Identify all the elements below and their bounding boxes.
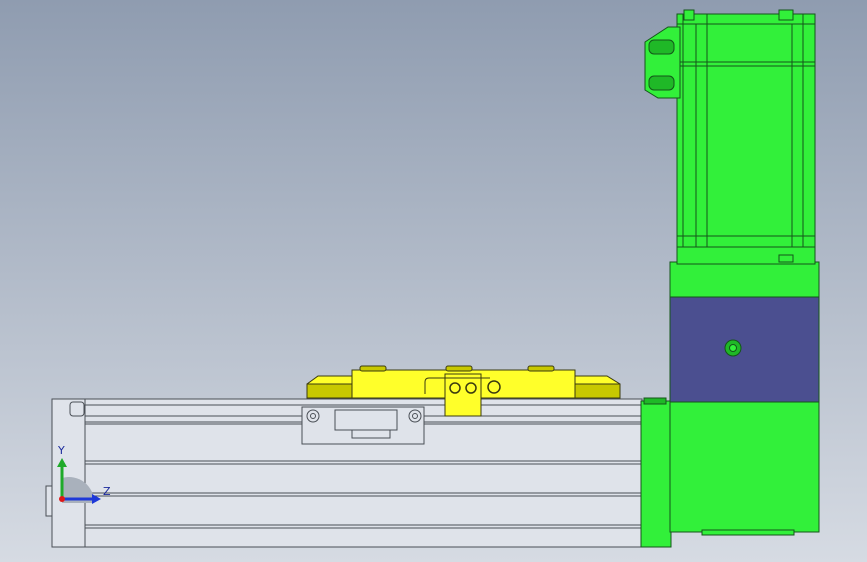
triad-origin [59,496,65,502]
screw-icon [449,382,461,394]
connector-port [648,39,675,55]
motor-assembly[interactable] [644,9,820,536]
screw-icon-inner [310,413,316,419]
coupler-lip [643,397,667,405]
motor-corner [683,9,695,21]
bracket-slot [351,429,391,439]
rail-end-cap [51,398,86,548]
cad-viewport[interactable]: Y Z [0,0,867,562]
z-axis-label: Z [103,485,111,498]
end-cap-notch [69,401,85,417]
housing-band [669,296,820,403]
carriage-bolt-head [445,365,473,372]
housing-lower [669,401,820,533]
set-screw-icon-inner [729,344,737,352]
carriage-chamfer-left [306,383,353,399]
rail-side-tab [45,485,53,517]
model-canvas[interactable] [0,0,867,562]
housing-foot [701,529,795,536]
screw-icon [465,382,477,394]
bracket-window [334,409,398,431]
motor-tab [778,254,794,263]
screw-icon [487,380,501,394]
coupler-block [640,400,672,548]
screw-icon-inner [412,413,418,419]
carriage-chamfer-right [574,383,621,399]
motor-body [676,13,816,265]
carriage-bolt-head [359,365,387,372]
cable-clamp [444,373,482,417]
motor-corner [778,9,794,21]
connector-port [648,75,675,91]
carriage-bolt-head [527,365,555,372]
sensor-bracket[interactable] [301,406,425,445]
housing-upper [669,261,820,298]
end-coupler[interactable] [640,397,672,548]
y-axis-label: Y [58,444,65,457]
